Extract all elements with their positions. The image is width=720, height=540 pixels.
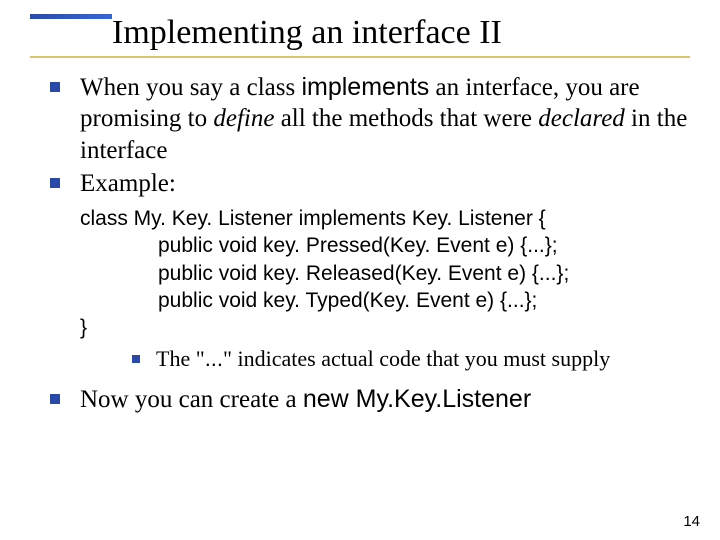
slide-title: Implementing an interface II <box>112 14 502 52</box>
text: Now you can create a <box>80 386 303 413</box>
bullet-3: Now you can create a new My.Key.Listener <box>34 384 690 415</box>
sub-bullet-list: The "..." indicates actual code that you… <box>34 345 690 374</box>
code-new-listener: new My.Key.Listener <box>303 385 531 413</box>
bullet-2: Example: <box>34 168 690 199</box>
accent-bar <box>30 14 112 19</box>
text: The " <box>156 346 205 371</box>
code-line-2: public void key. Pressed(Key. Event e) {… <box>158 232 690 259</box>
code-block: class My. Key. Listener implements Key. … <box>80 205 690 341</box>
code-dots: ... <box>205 346 223 371</box>
text: all the methods that were <box>274 105 538 132</box>
code-line-1: class My. Key. Listener implements Key. … <box>80 205 690 232</box>
sub-bullet-1: The "..." indicates actual code that you… <box>34 345 690 374</box>
emph-declared: declared <box>538 105 625 132</box>
text: When you say a class <box>80 74 301 101</box>
title-underline <box>30 56 690 58</box>
page-number: 14 <box>683 513 700 530</box>
code-line-4: public void key. Typed(Key. Event e) {..… <box>158 287 690 314</box>
code-line-3: public void key. Released(Key. Event e) … <box>158 260 690 287</box>
bullet-1: When you say a class implements an inter… <box>34 72 690 166</box>
slide-content: When you say a class implements an inter… <box>34 72 690 417</box>
keyword-implements: implements <box>301 73 429 101</box>
emph-define: define <box>213 105 274 132</box>
bullet-list-2: Now you can create a new My.Key.Listener <box>34 384 690 415</box>
text: " indicates actual code that you must su… <box>223 346 610 371</box>
code-line-5: } <box>80 314 690 341</box>
bullet-list: When you say a class implements an inter… <box>34 72 690 199</box>
